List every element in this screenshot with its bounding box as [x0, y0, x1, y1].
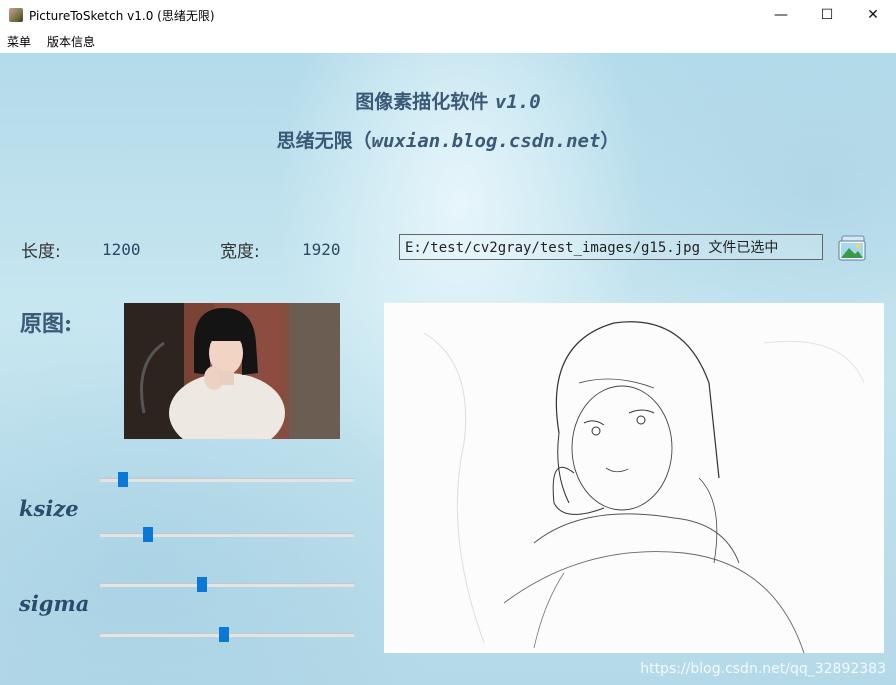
subheading-url: wuxian.blog.csdn.net	[371, 130, 601, 152]
width-label: 宽度:	[220, 242, 260, 262]
heading-version: v1.0	[494, 91, 541, 113]
image-folder-icon[interactable]	[838, 234, 868, 262]
ksize-slider-2[interactable]	[100, 525, 354, 545]
heading-title: 图像素描化软件	[355, 91, 495, 113]
slider-thumb[interactable]	[143, 527, 154, 542]
ksize-slider-1[interactable]	[100, 470, 354, 490]
app-subheading: 思绪无限（wuxian.blog.csdn.net）	[0, 126, 896, 153]
sigma-label: sigma	[19, 591, 90, 616]
close-icon: ✕	[867, 7, 879, 23]
ksize-label: ksize	[19, 496, 79, 521]
length-label: 长度:	[21, 242, 61, 262]
maximize-icon: ☐	[820, 7, 834, 23]
original-image	[124, 303, 340, 439]
slider-thumb[interactable]	[219, 627, 230, 642]
sigma-slider-2[interactable]	[100, 625, 354, 645]
sigma-slider-1[interactable]	[100, 575, 354, 595]
subheading-prefix: 思绪无限（	[276, 130, 372, 152]
app-icon	[9, 8, 23, 22]
watermark-text: https://blog.csdn.net/qq_32892383	[640, 661, 886, 677]
app-heading: 图像素描化软件 v1.0	[0, 87, 896, 114]
original-image-label: 原图:	[20, 311, 73, 337]
slider-thumb[interactable]	[196, 577, 207, 592]
slider-track	[100, 478, 354, 482]
slider-thumb[interactable]	[117, 472, 128, 487]
menu-bar: 菜单 版本信息	[0, 30, 896, 52]
menu-main[interactable]: 菜单	[7, 33, 31, 50]
minimize-button[interactable]: —	[758, 0, 804, 30]
title-bar: PictureToSketch v1.0 (思绪无限) — ☐ ✕	[0, 0, 896, 30]
slider-track	[100, 533, 354, 537]
width-value: 1920	[302, 240, 341, 259]
slider-track	[100, 583, 354, 587]
menu-version-info[interactable]: 版本信息	[47, 33, 95, 50]
window-controls: — ☐ ✕	[758, 0, 896, 30]
file-path-field[interactable]: E:/test/cv2gray/test_images/g15.jpg 文件已选…	[399, 234, 823, 260]
minimize-icon: —	[774, 7, 788, 23]
subheading-suffix: ）	[600, 130, 620, 152]
main-panel: 图像素描化软件 v1.0 思绪无限（wuxian.blog.csdn.net） …	[0, 53, 896, 685]
window-title: PictureToSketch v1.0 (思绪无限)	[29, 8, 215, 23]
maximize-button[interactable]: ☐	[804, 0, 850, 30]
length-value: 1200	[102, 240, 141, 259]
sketch-output-image	[384, 303, 884, 653]
close-button[interactable]: ✕	[850, 0, 896, 30]
